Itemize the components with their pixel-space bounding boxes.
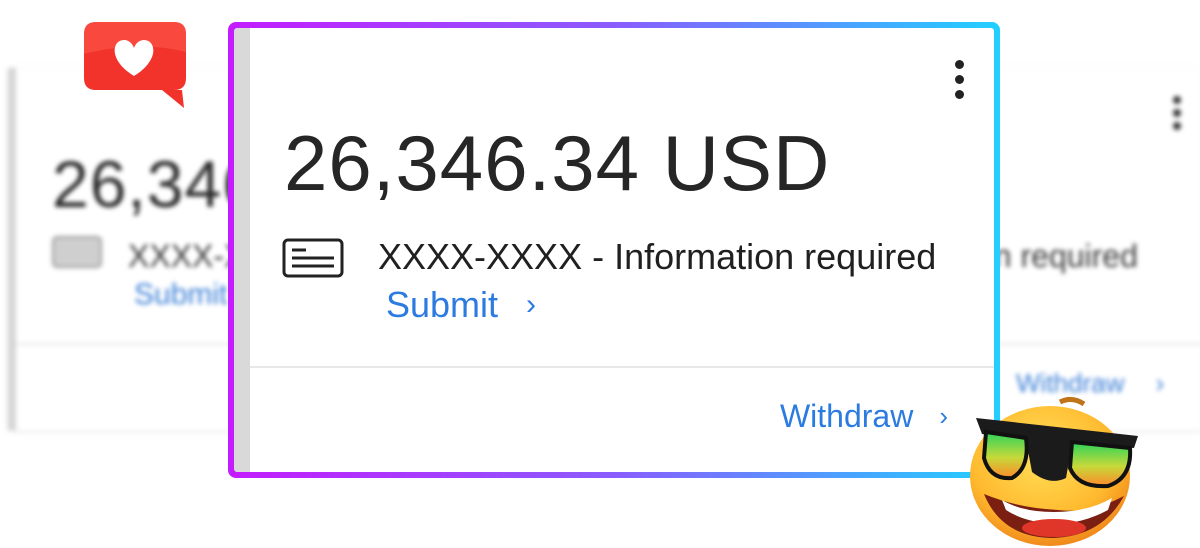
balance-amount: 26,346.34 USD (284, 119, 831, 207)
account-status-text: XXXX-XXXX - Information required (378, 236, 937, 277)
background-more-icon (1172, 96, 1182, 135)
chevron-right-icon: › (939, 401, 948, 431)
card-divider (250, 366, 994, 368)
credit-card-icon (282, 238, 344, 278)
more-vert-icon[interactable] (954, 60, 966, 105)
withdraw-link[interactable]: Withdraw › (780, 398, 948, 435)
background-account-right: on required (976, 238, 1138, 274)
background-submit: Submit (134, 278, 228, 311)
sunglasses-emoji-icon (970, 396, 1138, 546)
balance-card: 26,346.34 USD XXXX-XXXX - Information re… (234, 28, 994, 472)
background-chevron-icon: › (1155, 368, 1165, 398)
background-card-icon (52, 236, 102, 268)
highlight-frame: 26,346.34 USD XXXX-XXXX - Information re… (228, 22, 1000, 478)
chevron-right-icon: › (526, 288, 537, 321)
submit-label: Submit (386, 284, 499, 325)
withdraw-label: Withdraw (779, 398, 914, 434)
submit-link[interactable]: Submit › (386, 284, 536, 326)
heart-bubble-icon (84, 22, 186, 108)
